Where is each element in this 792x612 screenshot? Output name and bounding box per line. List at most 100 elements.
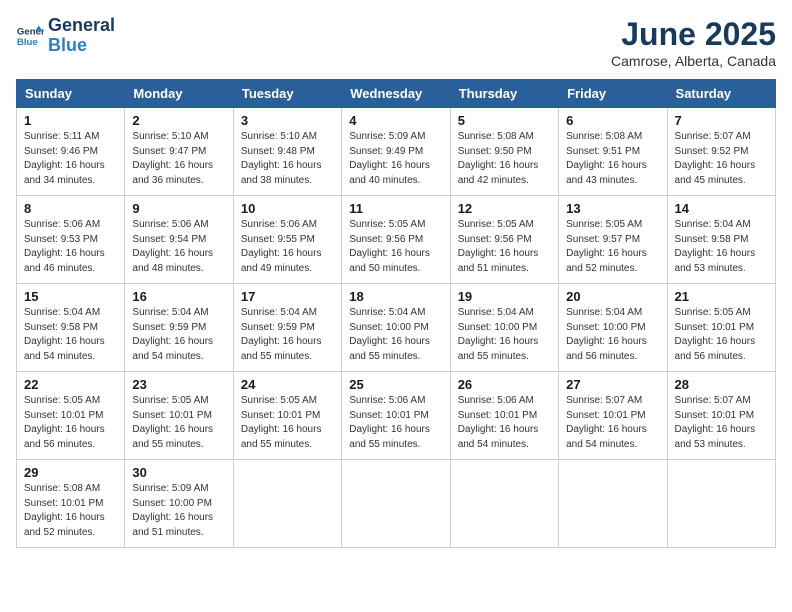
day-info: Sunrise: 5:11 AM Sunset: 9:46 PM Dayligh… [24, 130, 117, 188]
calendar-cell: 6Sunrise: 5:08 AM Sunset: 9:51 PM Daylig… [559, 108, 667, 196]
day-info: Sunrise: 5:05 AM Sunset: 10:01 PM Daylig… [241, 394, 334, 452]
day-info: Sunrise: 5:04 AM Sunset: 10:00 PM Daylig… [349, 306, 442, 364]
day-info: Sunrise: 5:05 AM Sunset: 9:56 PM Dayligh… [349, 218, 442, 276]
day-number: 9 [132, 201, 225, 216]
logo-icon: General Blue [16, 22, 44, 50]
day-info: Sunrise: 5:08 AM Sunset: 9:50 PM Dayligh… [458, 130, 551, 188]
calendar-cell: 8Sunrise: 5:06 AM Sunset: 9:53 PM Daylig… [17, 196, 125, 284]
day-info: Sunrise: 5:06 AM Sunset: 9:55 PM Dayligh… [241, 218, 334, 276]
day-info: Sunrise: 5:10 AM Sunset: 9:47 PM Dayligh… [132, 130, 225, 188]
day-number: 16 [132, 289, 225, 304]
day-info: Sunrise: 5:06 AM Sunset: 10:01 PM Daylig… [349, 394, 442, 452]
day-number: 26 [458, 377, 551, 392]
calendar-cell [667, 460, 775, 548]
calendar-cell: 15Sunrise: 5:04 AM Sunset: 9:58 PM Dayli… [17, 284, 125, 372]
logo-text-line1: General [48, 16, 115, 36]
calendar-cell: 26 Sunrise: 5:06 AM Sunset: 10:01 PM Dayl… [450, 372, 558, 460]
calendar-cell: 3 Sunrise: 5:10 AM Sunset: 9:48 PM Daylig… [233, 108, 341, 196]
calendar-cell: 28 Sunrise: 5:07 AM Sunset: 10:01 PM Dayl… [667, 372, 775, 460]
day-number: 5 [458, 113, 551, 128]
day-number: 12 [458, 201, 551, 216]
day-info: Sunrise: 5:04 AM Sunset: 9:58 PM Dayligh… [675, 218, 768, 276]
day-number: 22 [24, 377, 117, 392]
day-header-tuesday: Tuesday [233, 80, 341, 108]
day-header-monday: Monday [125, 80, 233, 108]
day-number: 10 [241, 201, 334, 216]
calendar-cell: 24Sunrise: 5:05 AM Sunset: 10:01 PM Dayl… [233, 372, 341, 460]
calendar-week-5: 29 Sunrise: 5:08 AM Sunset: 10:01 PM Dayl… [17, 460, 776, 548]
day-number: 21 [675, 289, 768, 304]
day-info: Sunrise: 5:09 AM Sunset: 9:49 PM Dayligh… [349, 130, 442, 188]
calendar-week-3: 15Sunrise: 5:04 AM Sunset: 9:58 PM Dayli… [17, 284, 776, 372]
calendar-cell: 14 Sunrise: 5:04 AM Sunset: 9:58 PM Dayli… [667, 196, 775, 284]
day-info: Sunrise: 5:05 AM Sunset: 9:56 PM Dayligh… [458, 218, 551, 276]
day-header-saturday: Saturday [667, 80, 775, 108]
day-info: Sunrise: 5:06 AM Sunset: 10:01 PM Daylig… [458, 394, 551, 452]
day-number: 20 [566, 289, 659, 304]
day-header-thursday: Thursday [450, 80, 558, 108]
month-title: June 2025 [611, 16, 776, 53]
calendar-week-1: 1 Sunrise: 5:11 AM Sunset: 9:46 PM Daylig… [17, 108, 776, 196]
day-info: Sunrise: 5:07 AM Sunset: 9:52 PM Dayligh… [675, 130, 768, 188]
day-info: Sunrise: 5:05 AM Sunset: 9:57 PM Dayligh… [566, 218, 659, 276]
day-number: 18 [349, 289, 442, 304]
title-block: June 2025 Camrose, Alberta, Canada [611, 16, 776, 69]
day-number: 1 [24, 113, 117, 128]
day-number: 25 [349, 377, 442, 392]
calendar-cell [233, 460, 341, 548]
day-number: 2 [132, 113, 225, 128]
day-info: Sunrise: 5:08 AM Sunset: 10:01 PM Daylig… [24, 482, 117, 540]
day-info: Sunrise: 5:09 AM Sunset: 10:00 PM Daylig… [132, 482, 225, 540]
day-info: Sunrise: 5:05 AM Sunset: 10:01 PM Daylig… [132, 394, 225, 452]
location-text: Camrose, Alberta, Canada [611, 53, 776, 69]
day-info: Sunrise: 5:04 AM Sunset: 9:59 PM Dayligh… [132, 306, 225, 364]
day-info: Sunrise: 5:10 AM Sunset: 9:48 PM Dayligh… [241, 130, 334, 188]
calendar-cell: 10 Sunrise: 5:06 AM Sunset: 9:55 PM Dayli… [233, 196, 341, 284]
day-info: Sunrise: 5:07 AM Sunset: 10:01 PM Daylig… [566, 394, 659, 452]
day-info: Sunrise: 5:04 AM Sunset: 9:59 PM Dayligh… [241, 306, 334, 364]
day-info: Sunrise: 5:04 AM Sunset: 10:00 PM Daylig… [458, 306, 551, 364]
day-number: 23 [132, 377, 225, 392]
day-number: 27 [566, 377, 659, 392]
day-number: 7 [675, 113, 768, 128]
calendar-cell: 23 Sunrise: 5:05 AM Sunset: 10:01 PM Dayl… [125, 372, 233, 460]
day-info: Sunrise: 5:07 AM Sunset: 10:01 PM Daylig… [675, 394, 768, 452]
day-info: Sunrise: 5:04 AM Sunset: 9:58 PM Dayligh… [24, 306, 117, 364]
calendar-cell: 27 Sunrise: 5:07 AM Sunset: 10:01 PM Dayl… [559, 372, 667, 460]
logo-text-line2: Blue [48, 36, 115, 56]
day-number: 11 [349, 201, 442, 216]
day-header-wednesday: Wednesday [342, 80, 450, 108]
day-header-sunday: Sunday [17, 80, 125, 108]
day-info: Sunrise: 5:05 AM Sunset: 10:01 PM Daylig… [675, 306, 768, 364]
calendar-table: SundayMondayTuesdayWednesdayThursdayFrid… [16, 79, 776, 548]
day-number: 29 [24, 465, 117, 480]
calendar-cell: 21 Sunrise: 5:05 AM Sunset: 10:01 PM Dayl… [667, 284, 775, 372]
calendar-cell: 9 Sunrise: 5:06 AM Sunset: 9:54 PM Daylig… [125, 196, 233, 284]
logo: General Blue General Blue [16, 16, 115, 56]
calendar-cell: 19 Sunrise: 5:04 AM Sunset: 10:00 PM Dayl… [450, 284, 558, 372]
day-number: 4 [349, 113, 442, 128]
calendar-week-2: 8Sunrise: 5:06 AM Sunset: 9:53 PM Daylig… [17, 196, 776, 284]
page-header: General Blue General Blue June 2025 Camr… [16, 16, 776, 69]
calendar-cell: 20 Sunrise: 5:04 AM Sunset: 10:00 PM Dayl… [559, 284, 667, 372]
calendar-cell: 25 Sunrise: 5:06 AM Sunset: 10:01 PM Dayl… [342, 372, 450, 460]
calendar-cell: 30Sunrise: 5:09 AM Sunset: 10:00 PM Dayl… [125, 460, 233, 548]
calendar-cell: 22Sunrise: 5:05 AM Sunset: 10:01 PM Dayl… [17, 372, 125, 460]
day-number: 17 [241, 289, 334, 304]
calendar-header-row: SundayMondayTuesdayWednesdayThursdayFrid… [17, 80, 776, 108]
calendar-cell: 16 Sunrise: 5:04 AM Sunset: 9:59 PM Dayli… [125, 284, 233, 372]
day-number: 13 [566, 201, 659, 216]
day-number: 19 [458, 289, 551, 304]
calendar-cell [559, 460, 667, 548]
day-number: 6 [566, 113, 659, 128]
day-info: Sunrise: 5:04 AM Sunset: 10:00 PM Daylig… [566, 306, 659, 364]
day-number: 3 [241, 113, 334, 128]
day-header-friday: Friday [559, 80, 667, 108]
day-number: 28 [675, 377, 768, 392]
day-number: 14 [675, 201, 768, 216]
calendar-cell: 11 Sunrise: 5:05 AM Sunset: 9:56 PM Dayli… [342, 196, 450, 284]
calendar-cell [450, 460, 558, 548]
day-info: Sunrise: 5:06 AM Sunset: 9:53 PM Dayligh… [24, 218, 117, 276]
calendar-cell: 29 Sunrise: 5:08 AM Sunset: 10:01 PM Dayl… [17, 460, 125, 548]
day-info: Sunrise: 5:06 AM Sunset: 9:54 PM Dayligh… [132, 218, 225, 276]
